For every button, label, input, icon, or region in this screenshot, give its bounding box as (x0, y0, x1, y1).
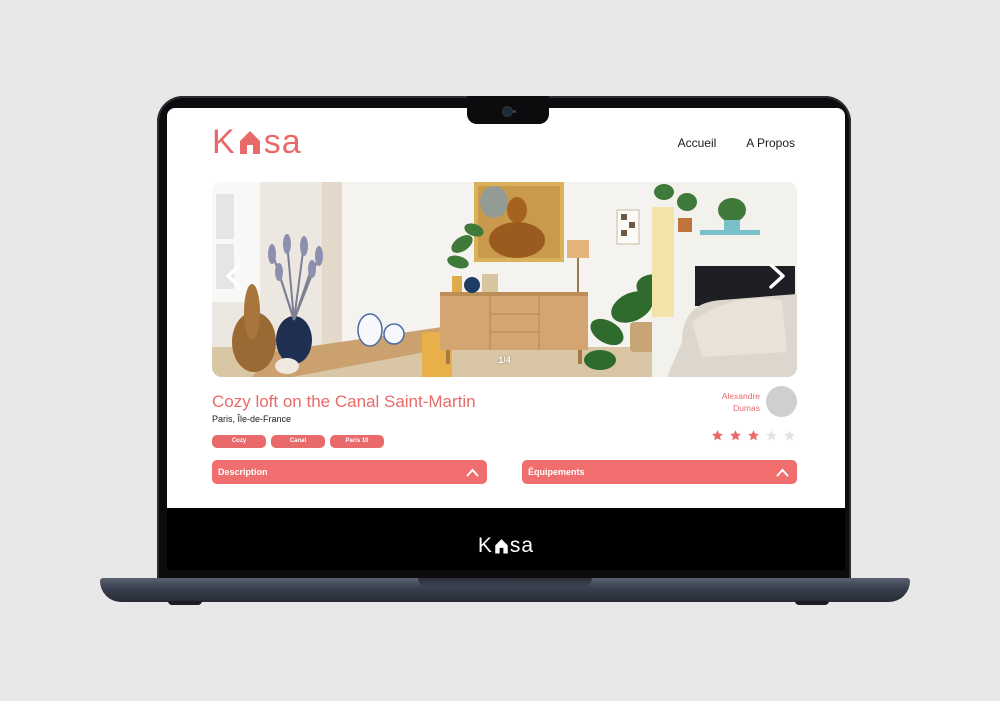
tag-list: Cozy Canal Paris 10 (212, 435, 384, 448)
description-label: Description (218, 467, 268, 477)
chevron-right-icon[interactable] (763, 262, 789, 290)
laptop-opening-lip (418, 578, 592, 587)
equipment-collapse[interactable]: Équipements (522, 460, 797, 484)
tag: Cozy (212, 435, 266, 448)
webcam-icon (503, 107, 512, 116)
logo-letter-k: K (212, 122, 236, 161)
host-info: Alexandre Dumas (722, 386, 797, 417)
listing-photo (212, 182, 797, 377)
star-filled-icon (712, 430, 723, 441)
listing-location: Paris, Île-de-France (212, 414, 292, 424)
footer: K sa (167, 508, 845, 570)
description-collapse[interactable]: Description (212, 460, 487, 484)
tag: Canal (271, 435, 325, 448)
laptop-foot-right (795, 601, 829, 605)
star-empty-icon (766, 430, 777, 441)
host-last-name: Dumas (733, 402, 760, 413)
host-first-name: Alexandre (721, 390, 760, 401)
webcam-indicator (513, 110, 516, 113)
house-icon (495, 539, 508, 554)
star-filled-icon (730, 430, 741, 441)
chevron-left-icon[interactable] (222, 262, 248, 290)
nav-link-home[interactable]: Accueil (678, 136, 717, 150)
photo-gallery: 1/4 (212, 182, 797, 377)
photo-counter: 1/4 (498, 355, 511, 365)
logo-letters-sa: sa (263, 122, 302, 161)
tag: Paris 10 (330, 435, 384, 448)
footer-logo: K sa (167, 534, 845, 558)
chevron-up-icon[interactable] (776, 468, 789, 477)
footer-logo-letters-sa: sa (509, 534, 535, 557)
star-rating (711, 429, 796, 442)
star-filled-icon (748, 430, 759, 441)
footer-logo-letter-k: K (477, 534, 493, 557)
main-nav: Accueil A Propos (678, 136, 795, 150)
screen: K sa Accueil A Propos 1/4 Cozy loft on t… (167, 108, 845, 570)
listing-title: Cozy loft on the Canal Saint-Martin (212, 392, 476, 411)
equipment-label: Équipements (528, 467, 585, 477)
house-icon (239, 131, 260, 154)
star-empty-icon (784, 430, 795, 441)
chevron-up-icon[interactable] (466, 468, 479, 477)
laptop-foot-left (168, 601, 202, 605)
host-name: Alexandre Dumas (722, 390, 760, 414)
nav-link-about[interactable]: A Propos (746, 136, 795, 150)
kasa-logo[interactable]: K sa (212, 122, 302, 161)
avatar (766, 386, 797, 417)
